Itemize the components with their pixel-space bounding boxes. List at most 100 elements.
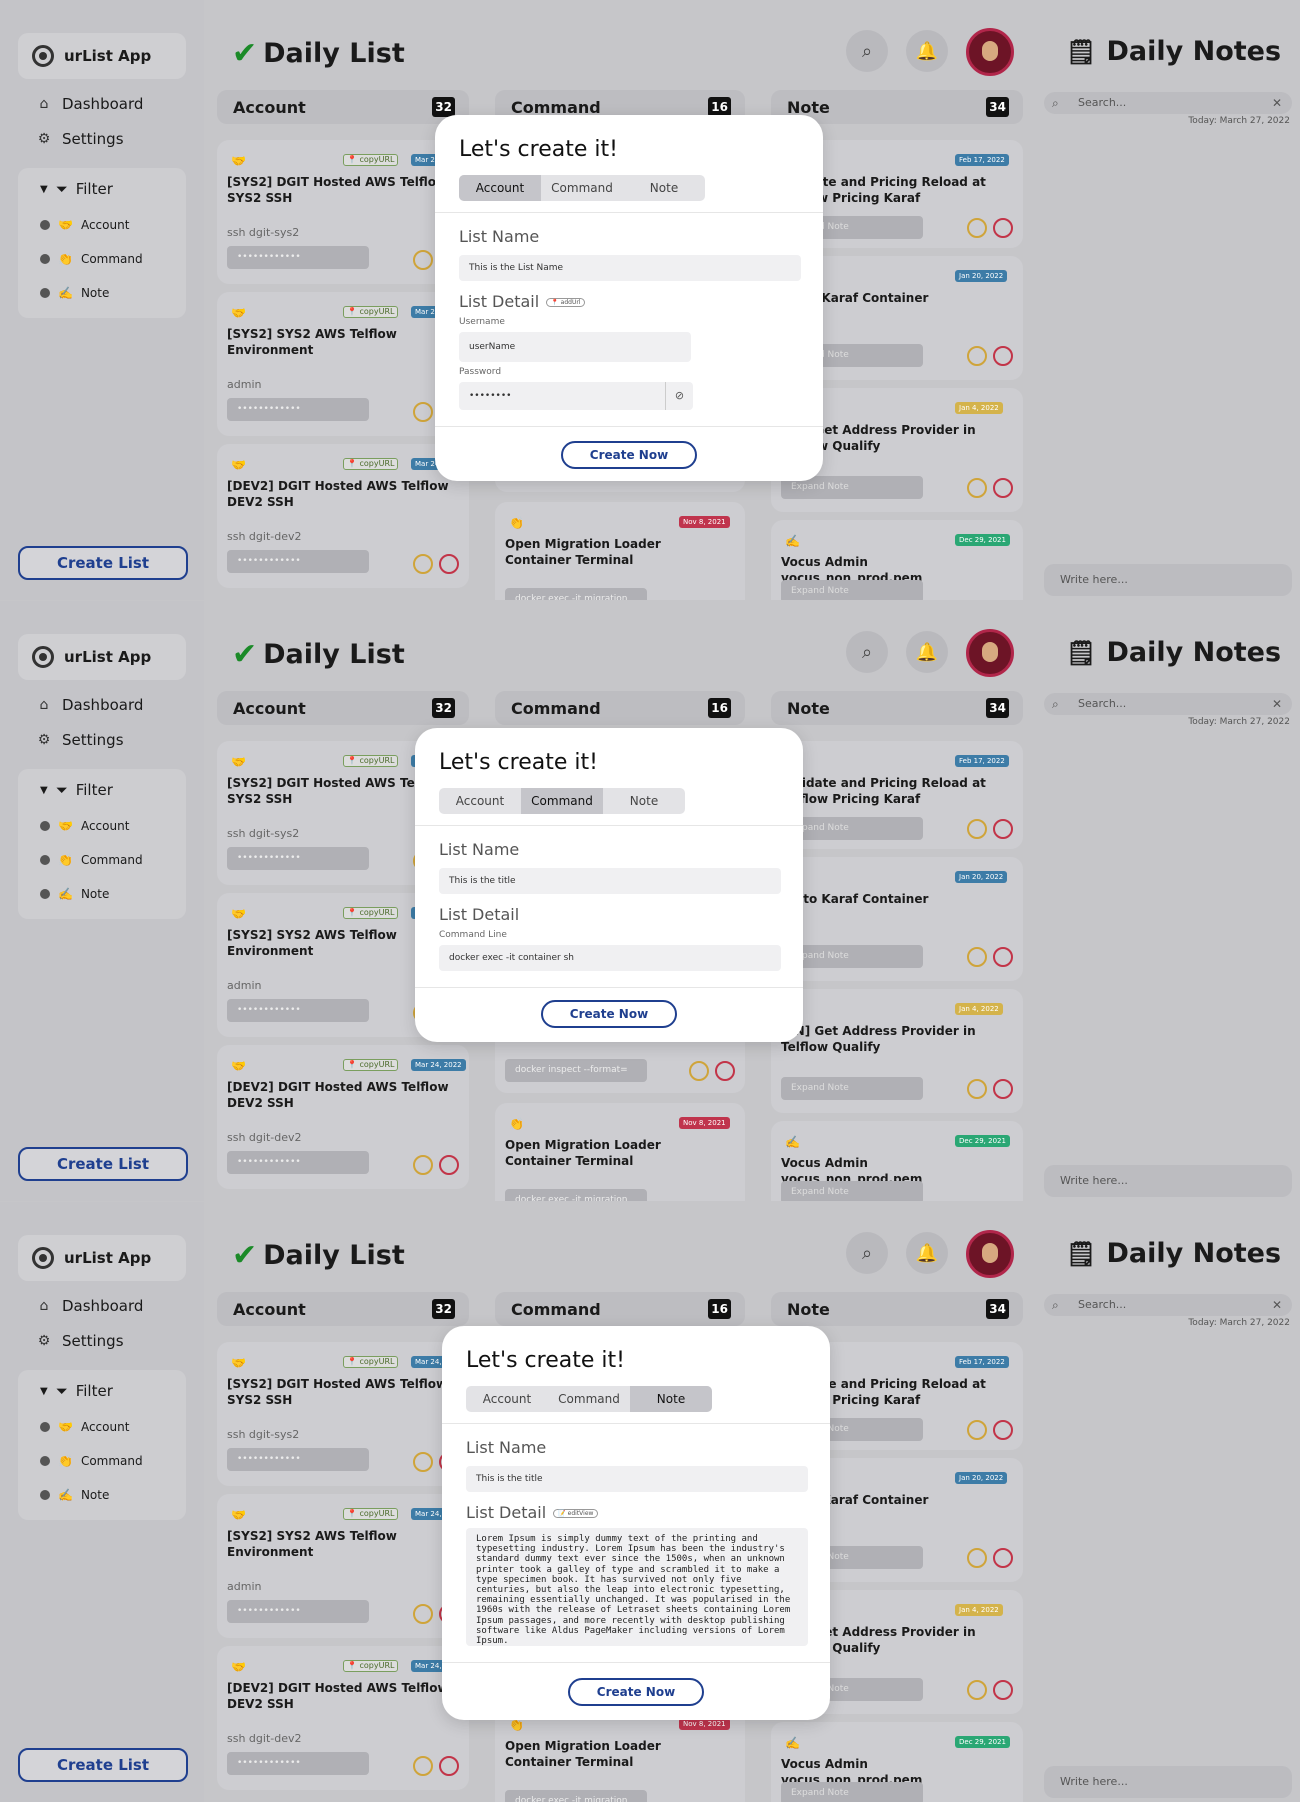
nav-settings[interactable]: ⚙ Settings	[36, 130, 124, 148]
write-note-input[interactable]: Write here...	[1044, 1165, 1292, 1197]
account-card[interactable]: 🤝 📍 copyURL Mar 24, 2022 [SYS2] DGIT Hos…	[217, 1342, 469, 1486]
command-line-input[interactable]: docker exec -it container sh	[439, 945, 781, 971]
tab-command[interactable]: Command	[541, 175, 623, 201]
filter-item-account[interactable]: 🤝 Account	[40, 218, 129, 232]
edit-icon[interactable]	[413, 1155, 433, 1175]
copy-url-tag[interactable]: 📍 copyURL	[343, 1508, 399, 1520]
filter-item-account[interactable]: 🤝 Account	[40, 819, 129, 833]
filter-item-note[interactable]: ✍️ Note	[40, 286, 109, 300]
notes-search-input[interactable]: ⌕ Search... ✕	[1044, 92, 1292, 114]
delete-icon[interactable]	[993, 947, 1013, 967]
filter-toggle[interactable]: ▼ ⏷ Filter	[40, 180, 113, 198]
create-list-button[interactable]: Create List	[18, 1147, 188, 1181]
delete-icon[interactable]	[993, 1420, 1013, 1440]
close-icon[interactable]: ✕	[1272, 1294, 1282, 1316]
write-note-input[interactable]: Write here...	[1044, 564, 1292, 596]
tab-account[interactable]: Account	[459, 175, 541, 201]
note-card[interactable]: Jan 20, 2022 Go to Karaf Container Expan…	[771, 857, 1023, 981]
delete-icon[interactable]	[439, 1155, 459, 1175]
tab-account[interactable]: Account	[439, 788, 521, 814]
notifications-button[interactable]: 🔔	[906, 1232, 948, 1274]
eye-off-icon[interactable]: ⊘	[665, 382, 693, 410]
masked-password[interactable]: ••••••••••••	[227, 999, 369, 1022]
copy-url-tag[interactable]: 📍 copyURL	[343, 907, 399, 919]
account-card[interactable]: 🤝 📍 copyURL Mar 24, 2022 [DEV2] DGIT Hos…	[217, 1646, 469, 1790]
edit-icon[interactable]	[967, 1079, 987, 1099]
note-card[interactable]: ✍️ Dec 29, 2021 Vocus Admin vocus_non_pr…	[771, 1121, 1023, 1201]
create-list-button[interactable]: Create List	[18, 546, 188, 580]
app-brand[interactable]: urList App	[18, 634, 186, 680]
list-name-input[interactable]: This is the List Name	[459, 255, 801, 281]
delete-icon[interactable]	[993, 346, 1013, 366]
column-header-account[interactable]: Account 32	[217, 90, 469, 124]
notifications-button[interactable]: 🔔	[906, 30, 948, 72]
filter-toggle[interactable]: ▼ ⏷ Filter	[40, 1382, 113, 1400]
note-card[interactable]: ✍️ Dec 29, 2021 Vocus Admin vocus_non_pr…	[771, 520, 1023, 600]
masked-password[interactable]: ••••••••••••	[227, 847, 369, 870]
app-brand[interactable]: urList App	[18, 33, 186, 79]
command-card[interactable]: 👏 Nov 8, 2021 Open Migration Loader Cont…	[495, 502, 745, 600]
avatar[interactable]	[966, 629, 1014, 677]
nav-settings[interactable]: ⚙ Settings	[36, 731, 124, 749]
copy-url-tag[interactable]: 📍 copyURL	[343, 154, 399, 166]
tab-command[interactable]: Command	[521, 788, 603, 814]
create-list-button[interactable]: Create List	[18, 1748, 188, 1782]
tab-note[interactable]: Note	[603, 788, 685, 814]
username-input[interactable]: userName	[459, 332, 691, 362]
edit-icon[interactable]	[689, 1061, 709, 1081]
edit-icon[interactable]	[967, 947, 987, 967]
copy-url-tag[interactable]: 📍 copyURL	[343, 458, 399, 470]
delete-icon[interactable]	[993, 218, 1013, 238]
nav-dashboard[interactable]: ⌂ Dashboard	[36, 1297, 144, 1315]
expand-note-button[interactable]: Expand Note	[781, 1181, 923, 1201]
nav-dashboard[interactable]: ⌂ Dashboard	[36, 95, 144, 113]
command-card[interactable]: 👏 Nov 8, 2021 Open Migration Loader Cont…	[495, 1103, 745, 1201]
tab-account[interactable]: Account	[466, 1386, 548, 1412]
create-now-button[interactable]: Create Now	[568, 1678, 704, 1706]
copy-url-tag[interactable]: 📍 copyURL	[343, 1660, 399, 1672]
column-header-command[interactable]: Command 16	[495, 691, 745, 725]
masked-password[interactable]: ••••••••••••	[227, 1752, 369, 1775]
filter-toggle[interactable]: ▼ ⏷ Filter	[40, 781, 113, 799]
filter-item-command[interactable]: 👏 Command	[40, 853, 143, 867]
expand-note-button[interactable]: Expand Note	[781, 1782, 923, 1802]
delete-icon[interactable]	[439, 554, 459, 574]
edit-icon[interactable]	[967, 346, 987, 366]
edit-icon[interactable]	[967, 1420, 987, 1440]
delete-icon[interactable]	[439, 1756, 459, 1776]
delete-icon[interactable]	[715, 1061, 735, 1081]
nav-settings[interactable]: ⚙ Settings	[36, 1332, 124, 1350]
search-button[interactable]: ⌕	[846, 631, 888, 673]
copy-url-tag[interactable]: 📍 copyURL	[343, 1059, 399, 1071]
masked-password[interactable]: ••••••••••••	[227, 1151, 369, 1174]
filter-item-command[interactable]: 👏 Command	[40, 252, 143, 266]
edit-icon[interactable]	[967, 1548, 987, 1568]
account-card[interactable]: 🤝 📍 copyURL Mar 24, 2022 [SYS2] SYS2 AWS…	[217, 292, 469, 436]
filter-item-note[interactable]: ✍️ Note	[40, 1488, 109, 1502]
password-input[interactable]: •••••••• ⊘	[459, 382, 693, 410]
notes-search-input[interactable]: ⌕ Search... ✕	[1044, 693, 1292, 715]
note-card[interactable]: Jan 4, 2022 [TN] Get Address Provider in…	[771, 989, 1023, 1113]
delete-icon[interactable]	[993, 1079, 1013, 1099]
delete-icon[interactable]	[993, 1680, 1013, 1700]
filter-item-command[interactable]: 👏 Command	[40, 1454, 143, 1468]
edit-icon[interactable]	[967, 218, 987, 238]
note-card[interactable]: Feb 17, 2022 Validate and Pricing Reload…	[771, 741, 1023, 849]
tab-note[interactable]: Note	[623, 175, 705, 201]
filter-item-account[interactable]: 🤝 Account	[40, 1420, 129, 1434]
expand-note-button[interactable]: Expand Note	[781, 580, 923, 600]
copy-url-tag[interactable]: 📍 copyURL	[343, 755, 399, 767]
account-card[interactable]: 🤝 📍 copyURL Mar 24, 2022 [DEV2] DGIT Hos…	[217, 444, 469, 588]
tab-command[interactable]: Command	[548, 1386, 630, 1412]
create-now-button[interactable]: Create Now	[541, 1000, 677, 1028]
column-header-account[interactable]: Account 32	[217, 1292, 469, 1326]
edit-view-toggle[interactable]: 📝 editView	[553, 1509, 599, 1518]
edit-icon[interactable]	[967, 819, 987, 839]
list-name-input[interactable]: This is the title	[466, 1466, 808, 1492]
column-header-account[interactable]: Account 32	[217, 691, 469, 725]
account-card[interactable]: 🤝 📍 copyURL Mar 24, 2022 [SYS2] DGIT Hos…	[217, 140, 469, 284]
expand-note-button[interactable]: Expand Note	[781, 1077, 923, 1100]
note-textarea[interactable]: Lorem Ipsum is simply dummy text of the …	[466, 1528, 808, 1646]
create-now-button[interactable]: Create Now	[561, 441, 697, 469]
avatar[interactable]	[966, 28, 1014, 76]
